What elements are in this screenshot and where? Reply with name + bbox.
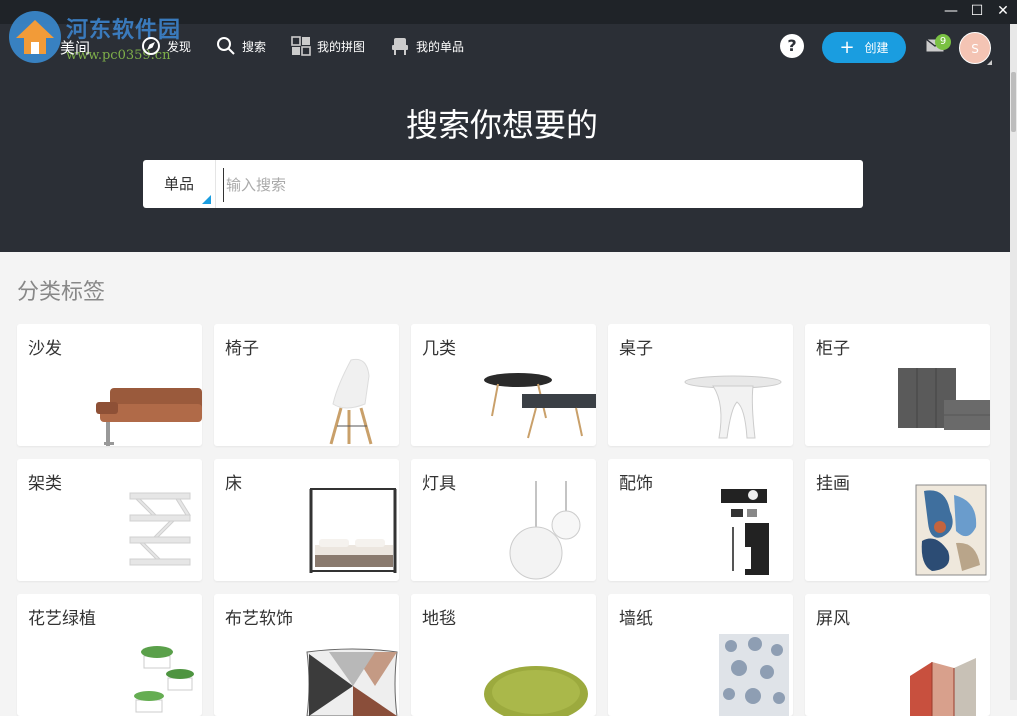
screen-icon	[910, 658, 976, 716]
nav-item-label: 我的拼图	[317, 39, 366, 54]
chair-icon	[329, 358, 373, 445]
chair-icon	[392, 38, 408, 55]
help-button[interactable]: ?	[780, 34, 804, 58]
avatar-caret-icon[interactable]	[987, 60, 992, 65]
category-card-coffee-table[interactable]: 几类	[411, 324, 596, 446]
category-label: 几类	[422, 339, 456, 359]
category-card-sofa[interactable]: 沙发	[17, 324, 202, 446]
compass-icon	[142, 37, 160, 55]
category-card-cushion[interactable]: 布艺软饰	[214, 594, 399, 716]
table-icon	[684, 375, 782, 439]
category-label: 屏风	[816, 609, 850, 629]
nav-item-label: 我的单品	[416, 39, 465, 54]
app-name: 美间	[60, 39, 91, 57]
accessory-icon	[721, 489, 769, 575]
close-button[interactable]: ✕	[995, 2, 1011, 20]
category-card-cabinet[interactable]: 柜子	[805, 324, 990, 446]
mail-count-badge: 9	[935, 34, 951, 50]
section-title: 分类标签	[17, 280, 106, 305]
top-nav: 河东软件园 www.pc0359.cn 美间 发现 搜索 我的拼图 我的单品 ?…	[0, 11, 1017, 70]
category-label: 挂画	[816, 474, 850, 494]
plus-icon: +	[839, 36, 855, 58]
nav-item-label: 发现	[167, 39, 192, 54]
category-card-painting[interactable]: 挂画	[805, 459, 990, 581]
category-label: 架类	[28, 474, 62, 494]
nav-item-my-products[interactable]: 我的单品	[390, 36, 464, 56]
minimize-button[interactable]: —	[943, 2, 959, 20]
category-label: 椅子	[225, 339, 259, 359]
collage-icon	[291, 36, 311, 56]
nav-item-search[interactable]: 搜索	[216, 36, 266, 56]
category-card-plant[interactable]: 花艺绿植	[17, 594, 202, 716]
header-hero: 河东软件园 www.pc0359.cn 美间 发现 搜索 我的拼图 我的单品 ?…	[0, 11, 1017, 252]
painting-icon	[915, 484, 987, 576]
shelf-icon	[129, 492, 191, 566]
nav-item-my-collages[interactable]: 我的拼图	[291, 36, 365, 56]
category-card-shelf[interactable]: 架类	[17, 459, 202, 581]
sofa-icon	[96, 388, 202, 446]
search-input[interactable]	[223, 168, 848, 202]
logo-icon[interactable]	[6, 8, 64, 66]
category-card-wallpaper[interactable]: 墙纸	[608, 594, 793, 716]
category-label: 床	[225, 474, 242, 494]
search-icon	[217, 37, 235, 55]
category-card-lamp[interactable]: 灯具	[411, 459, 596, 581]
category-card-screen[interactable]: 屏风	[805, 594, 990, 716]
create-button[interactable]: + 创建	[822, 32, 906, 63]
plant-icon	[134, 646, 194, 713]
cabinet-icon	[898, 368, 990, 430]
category-card-accessory[interactable]: 配饰	[608, 459, 793, 581]
search-type-label: 单品	[163, 175, 194, 193]
bed-icon	[309, 488, 397, 573]
category-card-chair[interactable]: 椅子	[214, 324, 399, 446]
category-label: 柜子	[816, 339, 850, 359]
category-label: 地毯	[422, 609, 456, 629]
category-label: 配饰	[619, 474, 653, 494]
window-controls: — ☐ ✕	[943, 2, 1011, 20]
category-card-rug[interactable]: 地毯	[411, 594, 596, 716]
create-button-label: 创建	[864, 41, 889, 55]
cushion-icon	[306, 648, 398, 716]
search-type-select[interactable]: 单品	[143, 160, 216, 208]
category-label: 沙发	[28, 339, 62, 359]
rug-icon	[484, 666, 588, 716]
coffee-table-icon	[484, 373, 596, 439]
page-title: 搜索你想要的	[405, 106, 598, 144]
scrollbar-thumb[interactable]	[1011, 72, 1016, 132]
category-label: 墙纸	[619, 609, 653, 629]
category-label: 桌子	[619, 339, 653, 359]
category-label: 灯具	[422, 474, 456, 494]
dropdown-corner-icon	[202, 195, 211, 204]
wallpaper-icon	[719, 634, 789, 716]
maximize-button[interactable]: ☐	[969, 2, 985, 20]
category-card-bed[interactable]: 床	[214, 459, 399, 581]
search-bar: 单品	[143, 160, 863, 208]
nav-item-label: 搜索	[242, 39, 267, 54]
category-card-table[interactable]: 桌子	[608, 324, 793, 446]
nav-item-discover[interactable]: 发现	[141, 36, 191, 56]
lamp-icon	[509, 481, 581, 580]
